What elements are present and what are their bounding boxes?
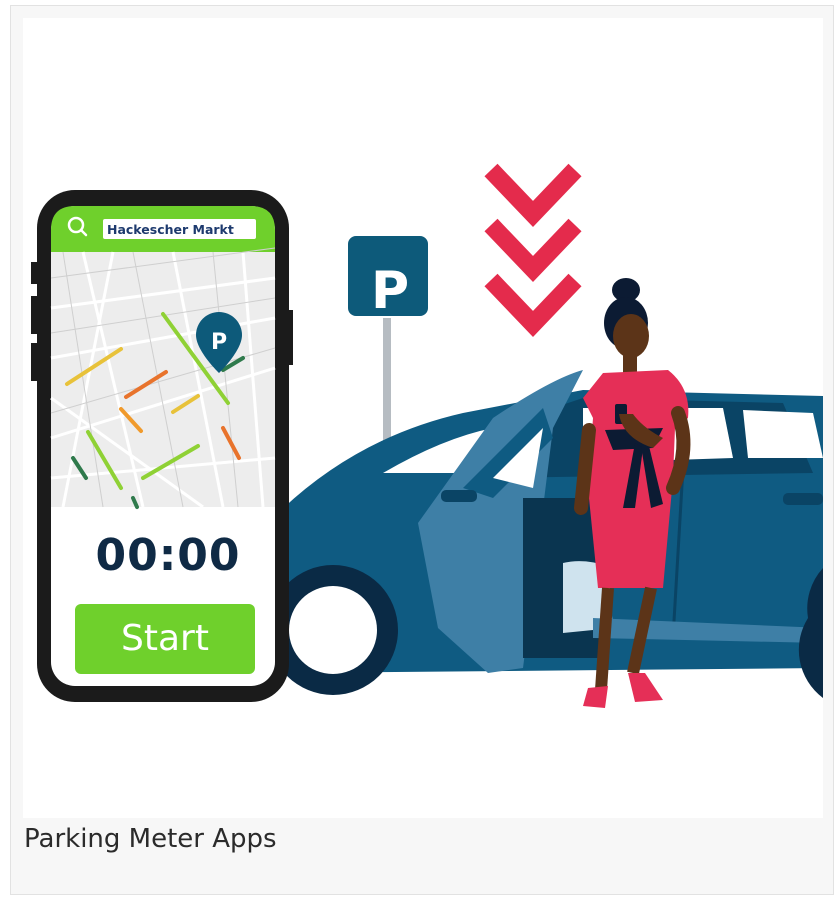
chevron-down-icon	[484, 163, 582, 338]
search-input[interactable]: Hackescher Markt	[103, 221, 257, 239]
parking-sign-letter: P	[370, 261, 410, 321]
start-button[interactable]: Start	[75, 604, 255, 674]
product-card[interactable]: Hackescher Markt P P 00:00 Start Parking…	[10, 5, 834, 895]
car	[268, 370, 823, 698]
card-caption[interactable]: Parking Meter Apps	[24, 824, 277, 854]
map-pin-letter: P	[210, 330, 228, 355]
parking-illustration: Hackescher Markt P P 00:00 Start	[23, 18, 823, 818]
parking-timer: 00:00	[95, 530, 241, 581]
parking-scene-art	[31, 163, 823, 708]
